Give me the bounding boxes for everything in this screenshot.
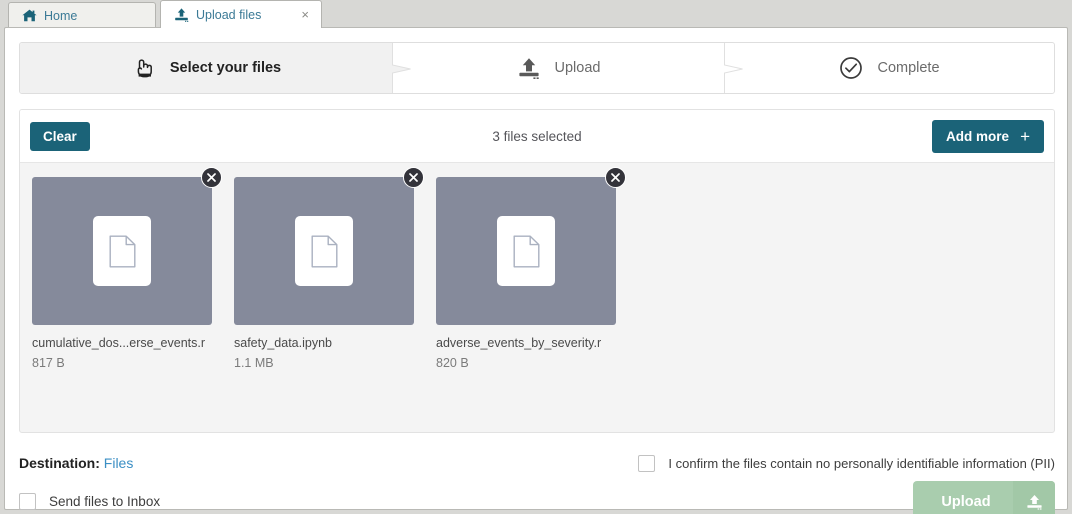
tab-home[interactable]: Home [8, 2, 156, 28]
document-icon [497, 216, 555, 286]
tab-upload-files-label: Upload files [196, 7, 262, 22]
upload-icon [173, 7, 189, 22]
pii-confirm-label: I confirm the files contain no personall… [668, 456, 1055, 471]
tab-upload-files[interactable]: Upload files × [160, 0, 322, 28]
upload-icon [1013, 481, 1055, 514]
file-thumbnail [234, 167, 424, 325]
file-card[interactable]: adverse_events_by_severity.r 820 B [436, 167, 626, 370]
file-grid: cumulative_dos...erse_events.r 817 B saf… [20, 163, 1054, 384]
home-icon [21, 9, 37, 23]
step-complete-label: Complete [877, 60, 940, 76]
step-upload-label: Upload [554, 60, 601, 76]
plus-icon: + [1020, 126, 1030, 146]
file-size: 1.1 MB [234, 356, 274, 370]
upload-footer: Destination: Files Send files to Inbox I… [5, 433, 1069, 514]
upload-button-label: Upload [941, 493, 991, 510]
pointing-hand-icon [131, 55, 157, 81]
file-name: cumulative_dos...erse_events.r [32, 336, 206, 350]
send-to-inbox-label: Send files to Inbox [49, 494, 161, 509]
pii-confirm-checkbox[interactable] [638, 455, 656, 472]
destination-label: Destination: [19, 455, 100, 471]
file-size: 817 B [32, 356, 65, 370]
destination: Destination: Files [19, 455, 133, 471]
file-size: 820 B [436, 356, 469, 370]
remove-file-button[interactable] [605, 167, 626, 188]
tab-home-label: Home [44, 8, 78, 23]
step-select-your-files[interactable]: Select your files [20, 43, 392, 93]
files-selected-count: 3 files selected [492, 128, 582, 144]
upload-stepper: Select your files Upload Complete [19, 42, 1055, 94]
clear-button[interactable]: Clear [30, 121, 90, 151]
check-circle-icon [838, 55, 864, 81]
remove-file-button[interactable] [403, 167, 424, 188]
destination-link[interactable]: Files [104, 455, 134, 471]
step-select-your-files-label: Select your files [169, 60, 282, 76]
add-more-label: Add more [946, 128, 1010, 144]
upload-wizard-card: Select your files Upload Complete Clear … [4, 27, 1069, 514]
file-card[interactable]: safety_data.ipynb 1.1 MB [234, 167, 424, 370]
file-thumbnail [32, 167, 222, 325]
file-card[interactable]: cumulative_dos...erse_events.r 817 B [32, 167, 222, 370]
upload-tray-icon [516, 55, 542, 81]
pii-confirm-row[interactable]: I confirm the files contain no personall… [638, 455, 1055, 472]
file-name: safety_data.ipynb [234, 336, 332, 350]
tab-close-icon[interactable]: × [291, 8, 309, 21]
document-icon [295, 216, 353, 286]
file-toolbar: Clear 3 files selected Add more + [20, 110, 1054, 163]
file-name: adverse_events_by_severity.r [436, 336, 602, 350]
browser-tab-bar: Home Upload files × [0, 0, 1072, 28]
upload-button[interactable]: Upload [913, 481, 1055, 514]
send-to-inbox-row[interactable]: Send files to Inbox [19, 493, 160, 510]
file-thumbnail [436, 167, 626, 325]
send-to-inbox-checkbox[interactable] [19, 493, 36, 510]
remove-file-button[interactable] [201, 167, 222, 188]
step-upload[interactable]: Upload [392, 43, 724, 93]
step-complete[interactable]: Complete [724, 43, 1054, 93]
selected-files-panel: Clear 3 files selected Add more + cumula… [19, 109, 1055, 433]
document-icon [93, 216, 151, 286]
add-more-button[interactable]: Add more + [932, 119, 1044, 153]
